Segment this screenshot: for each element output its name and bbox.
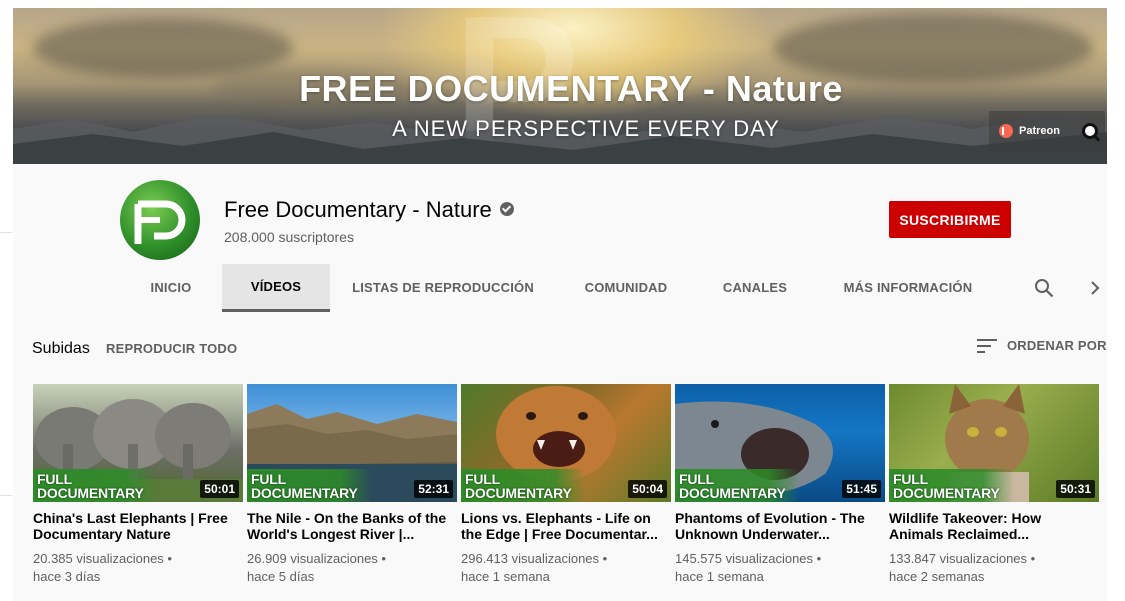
full-documentary-badge: FULL DOCUMENTARY — [465, 472, 572, 500]
channel-logo-icon — [134, 200, 186, 244]
patreon-link[interactable]: Patreon — [1019, 125, 1060, 137]
tab-about[interactable]: MÁS INFORMACIÓN — [833, 264, 983, 312]
youtube-channel-page: P FREE DOCUMENTARY - Nature A NEW PERSPE… — [0, 0, 1125, 601]
sort-icon — [977, 338, 997, 353]
badge-line-2: DOCUMENTARY — [37, 485, 144, 501]
video-duration: 50:31 — [1056, 480, 1095, 498]
video-title[interactable]: China's Last Elephants | Free Documentar… — [33, 510, 233, 542]
channel-banner: P FREE DOCUMENTARY - Nature A NEW PERSPE… — [13, 8, 1107, 164]
view-count: 26.909 visualizaciones • — [247, 551, 386, 566]
website-link-icon[interactable] — [1081, 123, 1098, 139]
badge-line-2: DOCUMENTARY — [893, 485, 1000, 501]
banner-links: Patreon — [989, 111, 1105, 151]
video-title[interactable]: Lions vs. Elephants - Life on the Edge |… — [461, 510, 661, 542]
upload-age: hace 3 días — [33, 569, 101, 584]
video-title[interactable]: Phantoms of Evolution - The Unknown Unde… — [675, 510, 875, 542]
video-duration: 52:31 — [414, 480, 453, 498]
subscribe-button[interactable]: SUSCRIBIRME — [889, 201, 1011, 238]
video-meta: 20.385 visualizaciones • hace 3 días — [33, 550, 243, 586]
tab-home[interactable]: INICIO — [128, 264, 214, 312]
video-duration: 50:01 — [200, 480, 239, 498]
full-documentary-badge: FULL DOCUMENTARY — [679, 472, 786, 500]
video-card[interactable]: FULL DOCUMENTARY 50:31 Wildlife Takeover:… — [889, 384, 1099, 586]
channel-name: Free Documentary - Nature — [224, 197, 492, 222]
video-meta: 133.847 visualizaciones • hace 2 semanas — [889, 550, 1099, 586]
video-meta: 145.575 visualizaciones • hace 1 semana — [675, 550, 885, 586]
video-meta: 296.413 visualizaciones • hace 1 semana — [461, 550, 671, 586]
subscriber-count: 208.000 suscriptores — [224, 229, 354, 245]
video-meta: 26.909 visualizaciones • hace 5 días — [247, 550, 457, 586]
video-duration: 51:45 — [842, 480, 881, 498]
view-count: 145.575 visualizaciones • — [675, 551, 822, 566]
badge-line-2: DOCUMENTARY — [465, 485, 572, 501]
uploads-section: Subidas REPRODUCIR TODO ORDENAR POR FULL… — [13, 312, 1107, 601]
upload-age: hace 2 semanas — [889, 569, 985, 584]
banner-subtitle: A NEW PERSPECTIVE EVERY DAY — [392, 116, 780, 141]
sort-button[interactable]: ORDENAR POR — [977, 338, 1107, 353]
full-documentary-badge: FULL DOCUMENTARY — [893, 472, 1000, 500]
tab-videos[interactable]: VÍDEOS — [222, 264, 330, 312]
chevron-right-icon[interactable] — [1088, 280, 1102, 296]
video-thumbnail[interactable]: FULL DOCUMENTARY 50:01 — [33, 384, 243, 502]
video-title[interactable]: The Nile - On the Banks of the World's L… — [247, 510, 447, 542]
verified-icon — [499, 202, 514, 217]
tab-channels[interactable]: CANALES — [709, 264, 801, 312]
view-count: 296.413 visualizaciones • — [461, 551, 608, 566]
video-card[interactable]: FULL DOCUMENTARY 52:31 The Nile - On the … — [247, 384, 457, 586]
sort-label: ORDENAR POR — [1007, 338, 1107, 353]
upload-age: hace 1 semana — [461, 569, 550, 584]
tab-playlists[interactable]: LISTAS DE REPRODUCCIÓN — [348, 264, 538, 312]
view-count: 20.385 visualizaciones • — [33, 551, 172, 566]
channel-tabs: INICIO VÍDEOS LISTAS DE REPRODUCCIÓN COM… — [13, 264, 1107, 312]
divider — [0, 232, 12, 233]
view-count: 133.847 visualizaciones • — [889, 551, 1036, 566]
patreon-icon[interactable] — [999, 124, 1013, 138]
video-card[interactable]: FULL DOCUMENTARY 50:01 China's Last Eleph… — [33, 384, 243, 586]
channel-avatar[interactable] — [120, 180, 200, 260]
search-icon[interactable] — [1034, 278, 1054, 298]
divider — [0, 495, 12, 496]
video-card[interactable]: FULL DOCUMENTARY 51:45 Phantoms of Evolut… — [675, 384, 885, 586]
upload-age: hace 1 semana — [675, 569, 764, 584]
video-thumbnail[interactable]: FULL DOCUMENTARY 50:04 — [461, 384, 671, 502]
channel-title: Free Documentary - Nature — [224, 197, 514, 223]
full-documentary-badge: FULL DOCUMENTARY — [251, 472, 358, 500]
channel-header: Free Documentary - Nature 208.000 suscri… — [13, 164, 1107, 312]
tab-community[interactable]: COMUNIDAD — [573, 264, 679, 312]
video-thumbnail[interactable]: FULL DOCUMENTARY 52:31 — [247, 384, 457, 502]
video-title[interactable]: Wildlife Takeover: How Animals Reclaimed… — [889, 510, 1089, 542]
banner-title: FREE DOCUMENTARY - Nature — [299, 68, 843, 109]
video-duration: 50:04 — [628, 480, 667, 498]
full-documentary-badge: FULL DOCUMENTARY — [37, 472, 144, 500]
section-title: Subidas — [32, 340, 90, 357]
badge-line-2: DOCUMENTARY — [679, 485, 786, 501]
badge-line-2: DOCUMENTARY — [251, 485, 358, 501]
play-all-button[interactable]: REPRODUCIR TODO — [106, 341, 237, 356]
video-thumbnail[interactable]: FULL DOCUMENTARY 51:45 — [675, 384, 885, 502]
video-card[interactable]: FULL DOCUMENTARY 50:04 Lions vs. Elephant… — [461, 384, 671, 586]
upload-age: hace 5 días — [247, 569, 315, 584]
video-thumbnail[interactable]: FULL DOCUMENTARY 50:31 — [889, 384, 1099, 502]
